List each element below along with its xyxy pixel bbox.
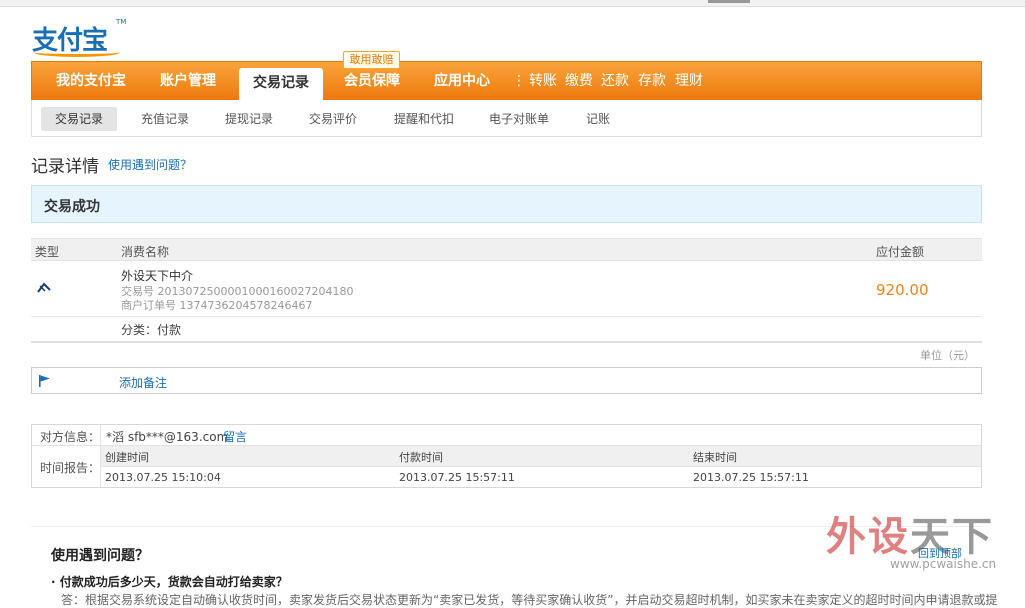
subnav-item-review[interactable]: 交易评价	[309, 107, 357, 131]
time-report-label: 时间报告：	[39, 461, 100, 475]
status-banner: 交易成功	[31, 185, 982, 223]
note-box: 添加备注	[31, 367, 982, 394]
flag-icon	[39, 375, 50, 387]
subnav-item-bookkeeping[interactable]: 记账	[586, 107, 610, 131]
alipay-logo[interactable]: 支付宝 TM	[30, 18, 126, 57]
unit-label: 单位（元）	[920, 349, 975, 362]
end-time-value: 2013.07.25 15:57:11	[693, 471, 809, 484]
sub-nav: 交易记录 充值记录 提现记录 交易评价 提醒和代扣 电子对账单 记账	[31, 100, 982, 137]
subnav-item-transactions[interactable]: 交易记录	[41, 107, 118, 131]
transaction-category: 分类：付款	[121, 323, 182, 337]
payment-type-icon	[37, 282, 51, 293]
paid-time-value: 2013.07.25 15:57:11	[399, 471, 515, 484]
created-time-header: 创建时间	[105, 451, 149, 464]
browser-top-strip	[0, 0, 1025, 7]
subnav-item-reminders[interactable]: 提醒和代扣	[394, 107, 454, 131]
subnav-item-recharge[interactable]: 充值记录	[141, 107, 189, 131]
header-type: 类型	[35, 245, 60, 259]
nav-item-transactions[interactable]: 交易记录	[239, 68, 323, 102]
back-to-top-link[interactable]: 回到顶部	[918, 545, 962, 561]
table-header: 类型 消费名称 应付金额	[31, 238, 982, 261]
amount-value: 920.00	[876, 281, 929, 299]
top-strip-indicator	[708, 0, 750, 3]
end-time-header: 结束时间	[693, 451, 737, 464]
counterparty-value: *滔 sfb***@163.com	[106, 430, 229, 444]
nav-quick-deposit[interactable]: 存款	[638, 62, 666, 100]
logo-tm: TM	[116, 18, 127, 26]
created-time-value: 2013.07.25 15:10:04	[105, 471, 221, 484]
nav-quick-transfer[interactable]: 转账	[529, 62, 557, 100]
help-question[interactable]: · 付款成功后多少天，货款会自动打给卖家？	[51, 573, 288, 590]
status-text: 交易成功	[44, 199, 100, 215]
help-link[interactable]: 使用遇到问题？	[108, 156, 192, 173]
promo-badge[interactable]: 敢用敢赔	[343, 51, 400, 69]
logo-swoosh	[34, 48, 120, 57]
nav-item-my-alipay[interactable]: 我的支付宝	[56, 62, 126, 100]
subnav-item-withdraw[interactable]: 提现记录	[225, 107, 273, 131]
merchant-order-number: 商户订单号 1374736204578246467	[121, 299, 313, 312]
page-title: 记录详情	[31, 157, 99, 177]
nav-item-apps[interactable]: 应用中心	[434, 62, 490, 100]
watermark-logo: 外设天下	[826, 504, 994, 562]
header-name: 消费名称	[121, 245, 170, 259]
subnav-item-statement[interactable]: 电子对账单	[489, 107, 549, 131]
transaction-name: 外设天下中介	[121, 269, 194, 283]
nav-quick-finance[interactable]: 理财	[675, 62, 703, 100]
help-title: 使用遇到问题？	[51, 548, 149, 564]
nav-separator: ⋮	[512, 73, 526, 89]
help-answer: 答：根据交易系统设定自动确认收货时间，卖家发货后交易状态更新为“卖家已发货，等待…	[61, 593, 998, 607]
counterparty-label: 对方信息：	[39, 430, 100, 444]
nav-item-account[interactable]: 账户管理	[160, 62, 216, 100]
message-link[interactable]: 留言	[223, 428, 247, 445]
add-note-link[interactable]: 添加备注	[119, 374, 167, 391]
table-bottom-divider	[31, 341, 982, 343]
main-nav: 我的支付宝 账户管理 交易记录 会员保障 应用中心 ⋮ 转账 缴费 还款 存款 …	[31, 61, 982, 102]
watermark: 外设天下 www.pcwaishe.cn	[826, 504, 1006, 574]
header-amount: 应付金额	[876, 245, 925, 259]
watermark-red: 外设	[826, 513, 910, 560]
time-report-header	[101, 446, 981, 467]
nav-quick-bills[interactable]: 缴费	[565, 62, 593, 100]
info-box: 对方信息： *滔 sfb***@163.com 留言 时间报告： 创建时间 付款…	[31, 424, 982, 488]
paid-time-header: 付款时间	[399, 451, 443, 464]
row-divider	[31, 316, 982, 317]
nav-quick-repay[interactable]: 还款	[601, 62, 629, 100]
